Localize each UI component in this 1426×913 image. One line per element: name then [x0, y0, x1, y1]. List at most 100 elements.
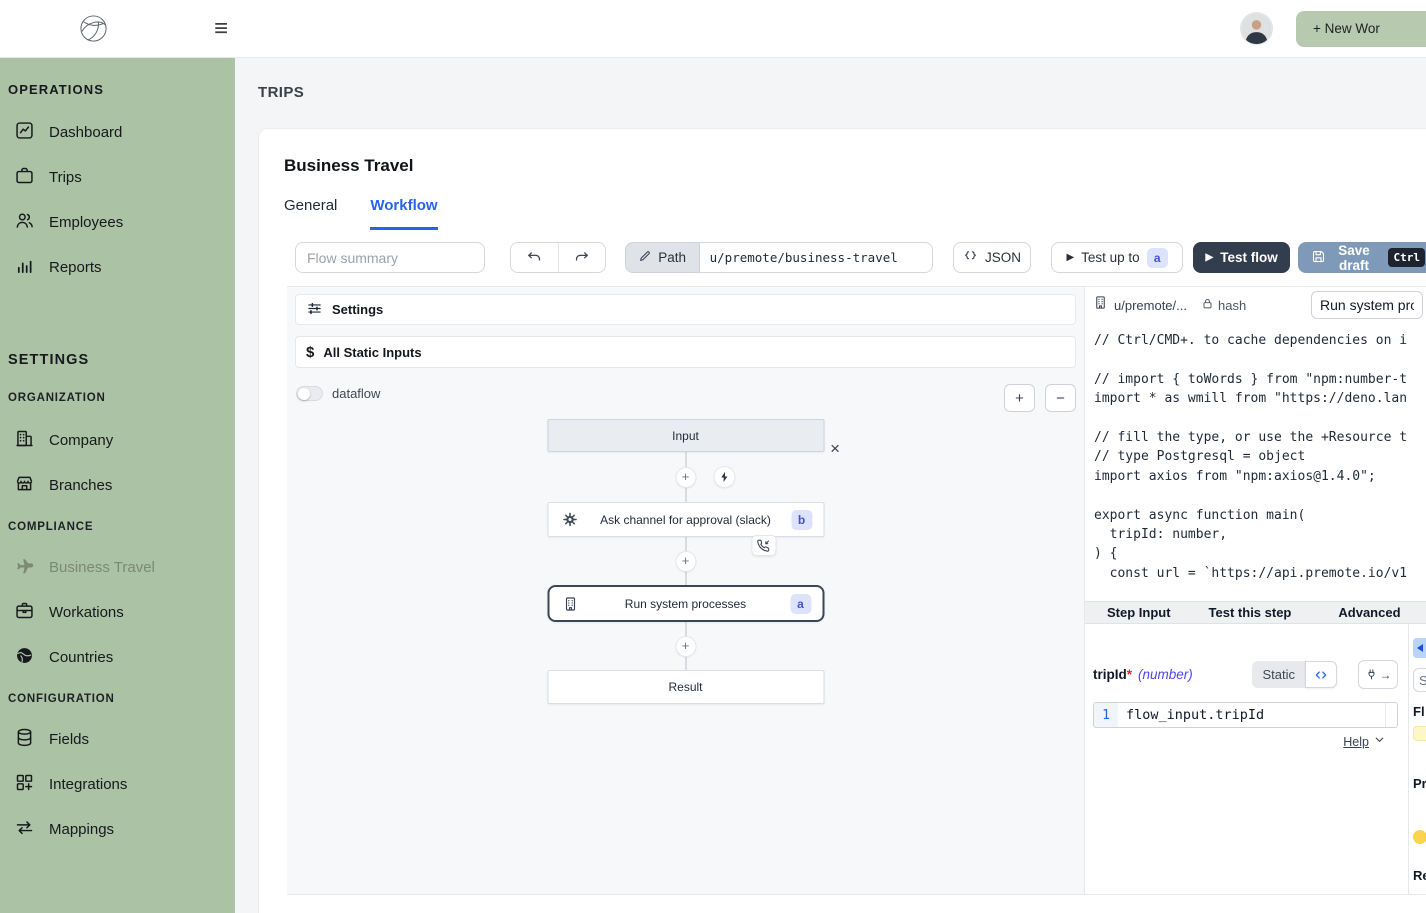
test-up-to-button[interactable]: ▶ Test up to a: [1051, 242, 1182, 273]
step-editor-header: u/premote/... hash: [1085, 287, 1426, 323]
input-mode-segmented: Static: [1252, 661, 1337, 688]
picker-section-resources[interactable]: Re: [1413, 868, 1426, 883]
sidebar-item-trips[interactable]: Trips: [0, 155, 235, 200]
test-flow-button[interactable]: ▶ Test flow: [1193, 242, 1291, 273]
field-row-tripid: tripId* (number) Static: [1093, 660, 1398, 689]
sidebar-item-label: Business Travel: [49, 559, 155, 576]
sidebar-item-business-travel[interactable]: Business Travel: [0, 545, 235, 590]
step-input-content: tripId* (number) Static: [1085, 624, 1408, 894]
apps-icon: [14, 772, 35, 797]
tab-step-input[interactable]: Step Input: [1107, 605, 1171, 620]
node-label: Run system processes: [625, 597, 746, 611]
zoom-in-button[interactable]: +: [1004, 384, 1035, 412]
code-editor[interactable]: // Ctrl/CMD+. to cache dependencies on i…: [1085, 323, 1426, 601]
code-line: import axios from "npm:axios@1.4.0";: [1094, 467, 1426, 486]
json-button[interactable]: JSON: [953, 242, 1032, 273]
add-step-button[interactable]: +: [676, 468, 695, 487]
add-step-button[interactable]: +: [676, 637, 695, 656]
sidebar-item-reports[interactable]: Reports: [0, 245, 235, 290]
content-card: Business Travel General Workflow Path: [258, 128, 1426, 913]
flow-node-run[interactable]: Run system processes a: [547, 585, 824, 622]
picker-search-input[interactable]: [1413, 668, 1426, 692]
flow-settings-bar[interactable]: Settings: [295, 294, 1076, 325]
code-line: export async function main(: [1094, 506, 1426, 525]
add-step-button[interactable]: +: [676, 552, 695, 571]
sidebar-item-integrations[interactable]: Integrations: [0, 762, 235, 807]
sidebar-item-branches[interactable]: Branches: [0, 463, 235, 508]
tab-advanced[interactable]: Advanced: [1338, 605, 1400, 620]
breadcrumb-section: TRIPS: [258, 84, 304, 101]
undo-button[interactable]: [511, 243, 558, 272]
hamburger-menu-icon[interactable]: ≡: [214, 17, 228, 41]
flow-toolbar: Path JSON ▶ Test up to a ▶ Test flow: [295, 242, 1426, 273]
expression-scrollbar[interactable]: [1385, 703, 1397, 727]
hash-label: hash: [1218, 298, 1246, 313]
sidebar-item-employees[interactable]: Employees: [0, 200, 235, 245]
expression-mode-button[interactable]: [1305, 661, 1337, 688]
trigger-bolt-button[interactable]: [715, 467, 735, 487]
node-id-badge: b: [791, 510, 812, 530]
path-label: Path: [658, 250, 686, 265]
code-line: tripId: number,: [1094, 525, 1426, 544]
sidebar-item-fields[interactable]: Fields: [0, 717, 235, 762]
picker-section-flow-input[interactable]: Fl: [1413, 704, 1426, 719]
step-editor-panel: u/premote/... hash // Ctrl/CMD+. to cach…: [1084, 287, 1426, 894]
redo-button[interactable]: [558, 243, 605, 272]
node-label: Input: [672, 429, 699, 443]
variable-picker-strip: Fl Pr Re: [1408, 624, 1426, 894]
sidebar-item-dashboard[interactable]: Dashboard: [0, 110, 235, 155]
flow-canvas[interactable]: Settings $ All Static Inputs dataflow + …: [287, 287, 1084, 894]
collapse-panel-button[interactable]: [1413, 638, 1426, 658]
step-name-input[interactable]: [1311, 291, 1423, 319]
sidebar-item-label: Trips: [49, 169, 82, 186]
expression-editor[interactable]: 1 flow_input.tripId: [1093, 702, 1398, 728]
new-workflow-button[interactable]: + New Wor: [1296, 11, 1426, 47]
flow-node-approval[interactable]: Ask channel for approval (slack) b: [547, 502, 824, 537]
sidebar-item-company[interactable]: Company: [0, 418, 235, 463]
flow-graph: Input × + As: [547, 419, 824, 704]
step-badge: a: [1147, 248, 1168, 268]
code-brackets-icon: [1314, 668, 1328, 682]
help-link[interactable]: Help: [1343, 735, 1369, 749]
path-toggle[interactable]: Path: [625, 242, 700, 273]
tab-general[interactable]: General: [284, 197, 337, 230]
sidebar-item-label: Fields: [49, 731, 89, 748]
code-line: // Ctrl/CMD+. to cache dependencies on i: [1094, 331, 1426, 350]
all-static-inputs-bar[interactable]: $ All Static Inputs: [295, 336, 1076, 368]
tab-workflow[interactable]: Workflow: [370, 197, 437, 230]
topbar-right: + New Wor: [1241, 11, 1426, 47]
topbar: ≡ + New Wor: [0, 0, 1426, 58]
chevron-down-icon[interactable]: [1373, 733, 1386, 751]
pencil-icon: [638, 249, 652, 266]
bar-chart-icon: [14, 255, 35, 280]
save-draft-button[interactable]: Save draft Ctrl: [1298, 242, 1426, 273]
path-value-input[interactable]: [700, 242, 933, 273]
json-label: JSON: [985, 250, 1021, 265]
user-avatar[interactable]: [1241, 13, 1272, 44]
required-asterisk: *: [1127, 667, 1132, 682]
close-icon[interactable]: ×: [830, 440, 840, 457]
picker-section-previous-result[interactable]: Pr: [1413, 776, 1426, 791]
static-mode-button[interactable]: Static: [1252, 661, 1305, 688]
building-small-icon: [562, 596, 578, 612]
hash-control[interactable]: hash: [1201, 297, 1246, 313]
expression-value: flow_input.tripId: [1118, 703, 1385, 727]
sidebar-item-mappings[interactable]: Mappings: [0, 807, 235, 852]
flow-summary-input[interactable]: [295, 242, 485, 273]
sidebar-header-organization: ORGANIZATION: [8, 392, 235, 404]
script-path[interactable]: u/premote/...: [1114, 298, 1187, 313]
flow-node-result[interactable]: Result: [547, 670, 824, 704]
field-name: tripId: [1093, 667, 1127, 682]
zoom-out-button[interactable]: −: [1045, 384, 1076, 412]
phone-incoming-icon[interactable]: [751, 535, 776, 556]
connector: +: [547, 622, 824, 670]
flow-node-input[interactable]: Input: [547, 419, 824, 452]
picker-highlighted-item[interactable]: [1413, 726, 1426, 741]
dataflow-toggle[interactable]: [296, 386, 323, 401]
code-line: [1094, 350, 1426, 369]
sidebar-item-workations[interactable]: Workations: [0, 590, 235, 635]
tab-test-this-step[interactable]: Test this step: [1209, 605, 1292, 620]
sidebar-item-label: Mappings: [49, 821, 114, 838]
sidebar-item-countries[interactable]: Countries: [0, 635, 235, 680]
connect-input-button[interactable]: →: [1358, 660, 1398, 689]
